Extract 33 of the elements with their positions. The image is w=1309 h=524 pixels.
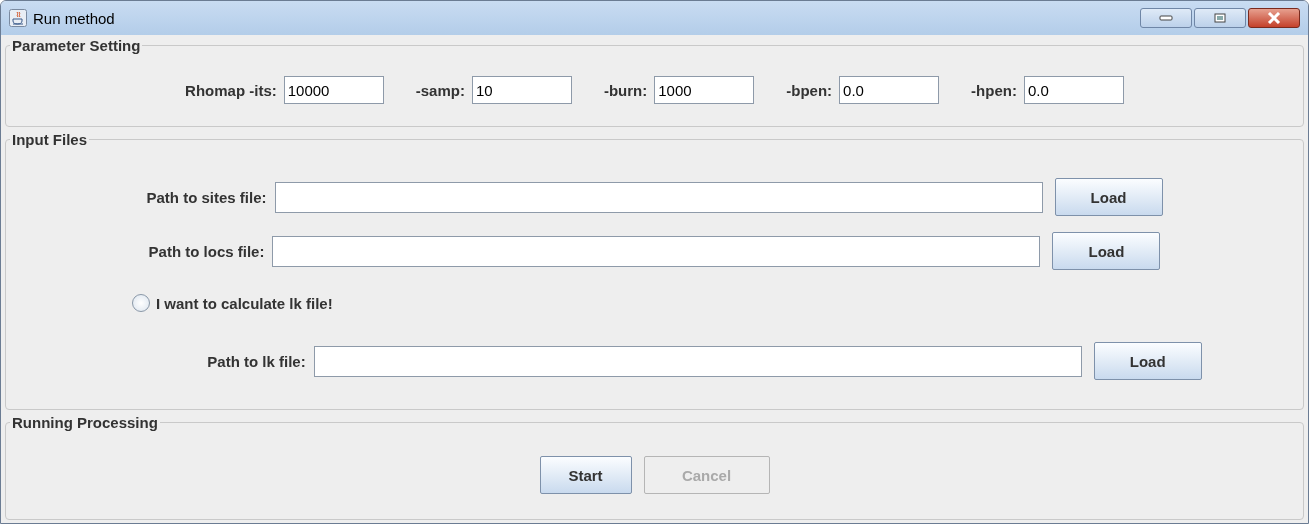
path-field[interactable] [272,235,1041,267]
load-button[interactable]: Load [1054,178,1163,216]
field-label: -hpen: [971,81,1017,99]
input-field[interactable]: 0.0 [1023,76,1124,104]
field-label: Path to sites file: [146,188,267,206]
panel-title: Input Files [11,131,88,148]
window-title: Run method [33,9,115,27]
maximize-button[interactable] [1194,8,1246,28]
field-label: -burn: [603,81,648,99]
radio-label[interactable]: I want to calculate lk file! [156,294,333,312]
path-field[interactable] [313,345,1082,377]
path-field[interactable] [274,181,1043,213]
input-field[interactable]: 0.0 [839,76,940,104]
field-label: Rhomap -its: [185,81,277,99]
field-label: Path to locs file: [148,242,265,260]
load-button[interactable]: Load [1093,342,1202,380]
minimize-icon [1159,15,1173,21]
radio-button[interactable] [132,294,150,312]
input-field[interactable]: 10000 [283,76,384,104]
panel-title: Parameter Setting [11,37,142,54]
field-label: -bpen: [786,81,833,99]
input-field[interactable]: 10 [471,76,572,104]
minimize-button[interactable] [1140,8,1192,28]
maximize-icon [1214,13,1226,23]
panel-title: Running Processing [11,414,159,431]
start-button[interactable]: Start [539,456,632,494]
coffee-cup-icon [9,9,27,27]
input-field[interactable]: 1000 [654,76,755,104]
load-button[interactable]: Load [1052,232,1161,270]
field-label: -samp: [415,81,465,99]
close-icon [1267,12,1281,24]
close-button[interactable] [1248,8,1300,28]
field-label: Path to lk file: [207,352,306,370]
